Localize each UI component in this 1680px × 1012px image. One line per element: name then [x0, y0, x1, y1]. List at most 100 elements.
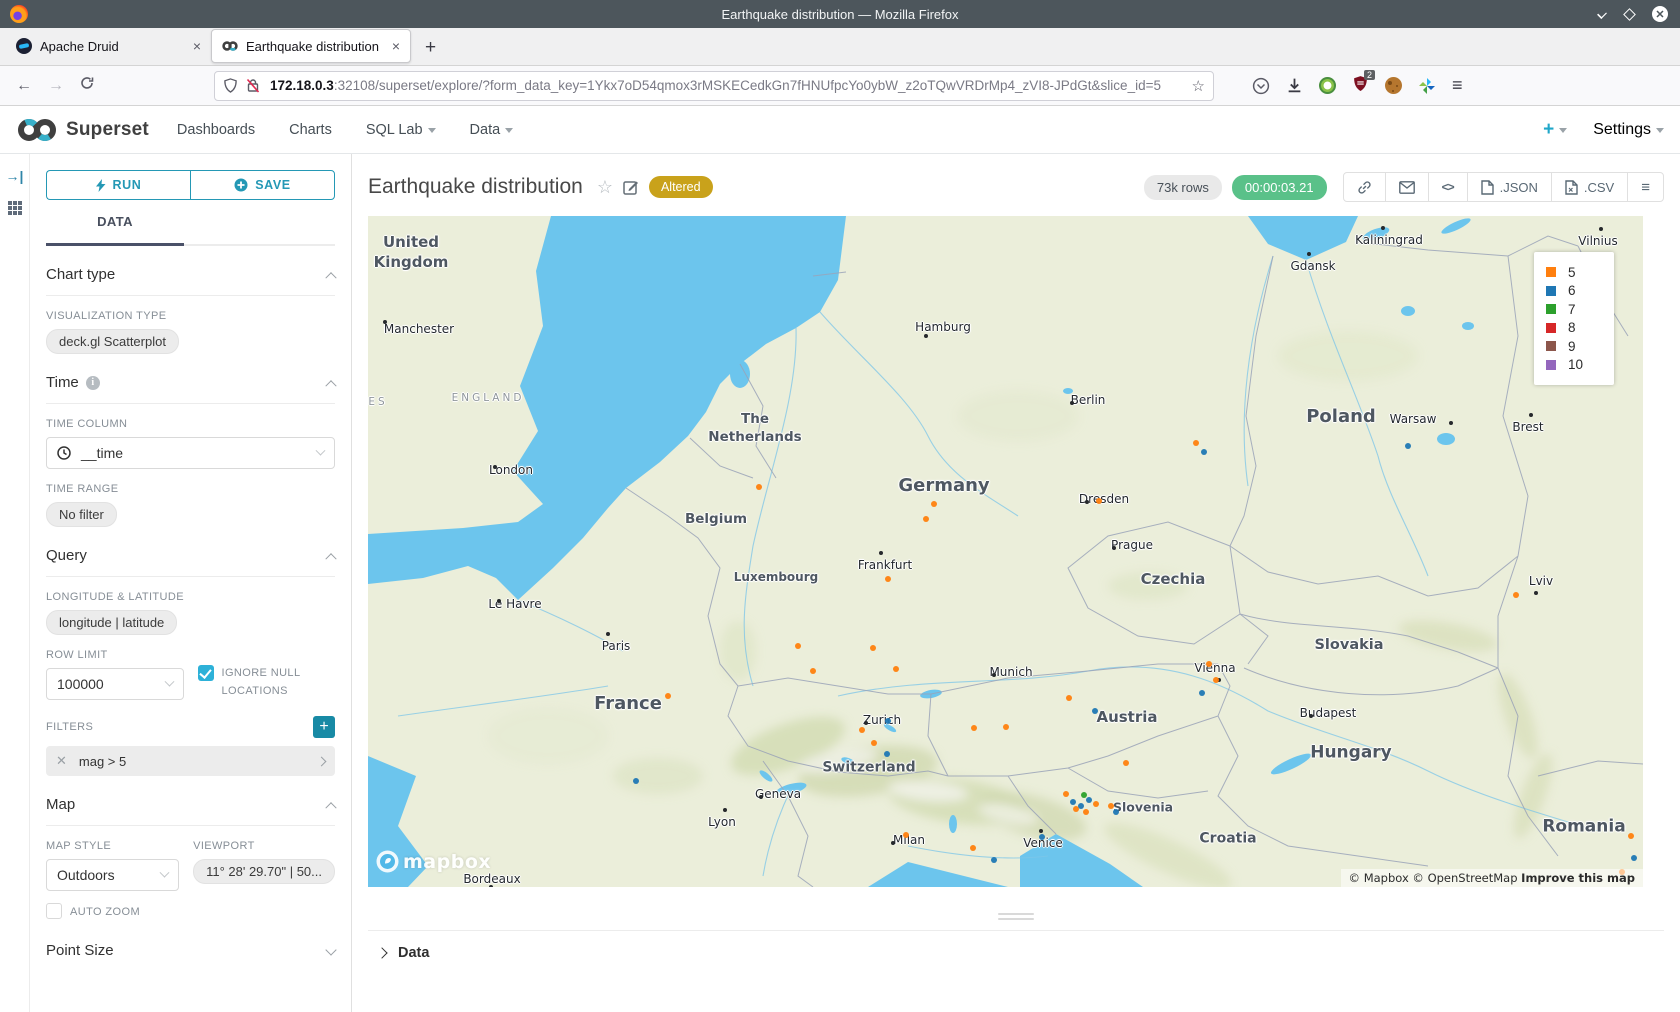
collapse-panel-icon[interactable]: →|: [6, 168, 24, 184]
data-section-toggle[interactable]: Data: [368, 930, 1664, 961]
map-label: Milan: [893, 832, 925, 848]
time-range-value[interactable]: No filter: [46, 502, 117, 527]
add-filter-button[interactable]: +: [313, 716, 335, 738]
section-map[interactable]: Map: [46, 776, 335, 825]
insecure-lock-icon[interactable]: [246, 78, 260, 93]
city-dot: [493, 465, 497, 469]
legend-item: 7: [1546, 301, 1602, 318]
auto-zoom-checkbox[interactable]: [46, 903, 62, 919]
extension-privacy-icon[interactable]: [1319, 77, 1336, 94]
legend-item: 8: [1546, 320, 1602, 337]
data-point: [1092, 708, 1098, 714]
forward-button[interactable]: →: [48, 77, 64, 95]
data-point: [885, 718, 891, 724]
run-button[interactable]: RUN: [46, 170, 190, 200]
data-point: [1066, 695, 1072, 701]
section-chart-type[interactable]: Chart type: [46, 246, 335, 295]
data-point: [859, 727, 865, 733]
data-point: [1201, 449, 1207, 455]
map-style-select[interactable]: Outdoors: [46, 859, 179, 891]
map-attribution[interactable]: © Mapbox © OpenStreetMap Improve this ma…: [1341, 869, 1643, 887]
nav-settings[interactable]: Settings: [1593, 121, 1664, 139]
mapbox-logo[interactable]: mapbox: [376, 850, 491, 873]
tab-earthquake-distribution[interactable]: Earthquake distribution ×: [211, 29, 411, 63]
embed-code-button[interactable]: <>: [1429, 173, 1468, 201]
superset-logo-icon: [16, 117, 58, 143]
data-point: [1063, 791, 1069, 797]
remove-filter-icon[interactable]: ✕: [56, 753, 67, 769]
tab-close-icon[interactable]: ×: [193, 38, 201, 54]
attribution-osm[interactable]: © OpenStreetMap: [1412, 871, 1517, 885]
row-limit-select[interactable]: 100000: [46, 668, 184, 700]
save-button[interactable]: SAVE: [190, 170, 335, 200]
chart-menu-button[interactable]: ≡: [1628, 173, 1663, 201]
downloads-icon[interactable]: [1286, 77, 1303, 94]
tab-close-icon[interactable]: ×: [392, 38, 400, 54]
viewport-label: VIEWPORT: [193, 840, 335, 852]
share-link-button[interactable]: [1344, 173, 1386, 201]
extension-pinwheel-icon[interactable]: [1418, 77, 1436, 95]
legend-label: 8: [1568, 320, 1576, 335]
favorite-star-icon[interactable]: ☆: [597, 177, 613, 198]
reload-button[interactable]: [80, 76, 94, 95]
map-label: TheNetherlands: [708, 410, 801, 446]
extension-cookie-icon[interactable]: [1385, 77, 1402, 94]
legend-label: 9: [1568, 339, 1576, 354]
add-new-button[interactable]: +: [1543, 119, 1567, 141]
bookmark-star-icon[interactable]: ☆: [1192, 77, 1205, 95]
nav-sql-lab[interactable]: SQL Lab: [366, 122, 436, 138]
map-label: France: [594, 692, 662, 716]
tab-apache-druid[interactable]: Apache Druid ×: [6, 29, 211, 63]
nav-charts[interactable]: Charts: [289, 122, 332, 138]
shield-icon[interactable]: [223, 78, 238, 93]
filter-item[interactable]: ✕ mag > 5: [46, 746, 335, 776]
map-style-label: MAP STYLE: [46, 840, 179, 852]
datasource-grid-icon[interactable]: [7, 200, 23, 216]
back-button[interactable]: ←: [16, 77, 32, 95]
browser-tabbar: Apache Druid × Earthquake distribution ×…: [0, 28, 1680, 66]
nav-dashboards[interactable]: Dashboards: [177, 122, 255, 138]
active-tab-underline: [46, 243, 184, 246]
export-csv-button[interactable]: .CSV: [1552, 173, 1628, 201]
email-button[interactable]: [1386, 173, 1429, 201]
control-panel: RUN SAVE DATA Chart type VISUALIZATION T…: [30, 154, 352, 1012]
left-icon-strip: →|: [0, 154, 30, 1012]
window-minimize-button[interactable]: [1597, 9, 1607, 19]
ignore-null-checkbox[interactable]: [198, 665, 214, 681]
tab-data[interactable]: DATA: [46, 214, 184, 229]
map-legend[interactable]: 5678910: [1534, 252, 1614, 385]
file-icon: [1481, 180, 1494, 195]
viz-type-value[interactable]: deck.gl Scatterplot: [46, 329, 179, 354]
export-json-button[interactable]: .JSON: [1468, 173, 1552, 201]
extension-ublock-icon[interactable]: 2: [1352, 75, 1369, 97]
section-query[interactable]: Query: [46, 527, 335, 576]
deckgl-map[interactable]: UnitedKingdomTheNetherlandsBelgiumLuxemb…: [368, 216, 1643, 887]
chart-actions-group: <> .JSON .CSV ≡: [1343, 172, 1664, 202]
chevron-up-icon: [325, 553, 336, 564]
brand-name: Superset: [66, 119, 149, 141]
plus-circle-icon: [234, 178, 248, 192]
auto-zoom-label: AUTO ZOOM: [70, 904, 140, 922]
superset-brand[interactable]: Superset: [16, 117, 149, 143]
time-column-select[interactable]: __time: [46, 437, 335, 469]
extension-badge: 2: [1364, 70, 1375, 80]
window-maximize-button[interactable]: [1623, 8, 1636, 21]
attribution-mapbox[interactable]: © Mapbox: [1349, 871, 1409, 885]
edit-pencil-icon[interactable]: [623, 179, 639, 195]
browser-menu-icon[interactable]: ≡: [1452, 75, 1463, 96]
pocket-icon[interactable]: [1252, 77, 1270, 95]
window-close-button[interactable]: ✕: [1652, 6, 1668, 22]
section-time[interactable]: Timei: [46, 354, 335, 403]
map-label: Le Havre: [488, 596, 541, 612]
new-tab-button[interactable]: +: [425, 37, 436, 59]
panel-resize-handle[interactable]: [998, 913, 1034, 920]
url-input[interactable]: 172.18.0.3:32108/superset/explore/?form_…: [214, 71, 1214, 101]
time-range-label: TIME RANGE: [46, 483, 335, 495]
section-point-size[interactable]: Point Size: [46, 922, 335, 971]
attribution-improve-link[interactable]: Improve this map: [1521, 871, 1635, 885]
data-point: [1213, 677, 1219, 683]
map-label: ES: [368, 395, 387, 409]
nav-data[interactable]: Data: [470, 122, 514, 138]
viewport-value[interactable]: 11° 28' 29.70" | 50...: [193, 859, 335, 884]
lonlat-value[interactable]: longitude | latitude: [46, 610, 177, 635]
